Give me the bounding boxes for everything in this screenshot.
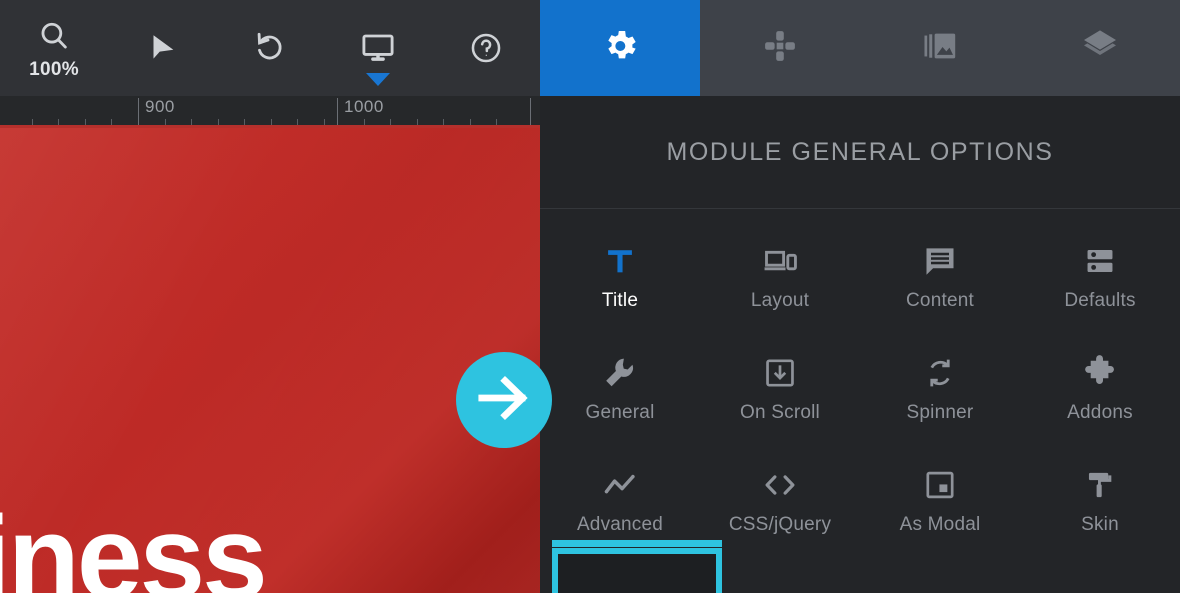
option-title[interactable]: Title xyxy=(540,219,700,331)
undo-arrow-icon xyxy=(253,31,287,70)
layers-icon xyxy=(1080,26,1120,71)
code-brackets-icon xyxy=(762,462,798,508)
refresh-loop-icon xyxy=(923,350,957,396)
option-layout[interactable]: Layout xyxy=(700,219,860,331)
slides-image-icon xyxy=(921,27,959,70)
puzzle-piece-icon xyxy=(1082,350,1118,396)
panel-tabs-toolbar xyxy=(540,0,1180,96)
cursor-arrow-icon xyxy=(145,31,179,70)
slide-canvas[interactable]: iness xyxy=(0,128,540,593)
download-box-icon xyxy=(763,350,797,396)
question-mark-circle-icon xyxy=(469,31,503,70)
option-label: Title xyxy=(601,290,639,311)
devices-icon xyxy=(762,238,798,284)
option-label: Spinner xyxy=(906,402,974,423)
zoom-level-label: 100% xyxy=(29,59,79,80)
option-general[interactable]: General xyxy=(540,331,700,443)
option-label: Addons xyxy=(1067,402,1133,423)
gear-icon xyxy=(600,26,640,71)
paint-roller-icon xyxy=(1083,462,1117,508)
monitor-icon xyxy=(360,30,396,71)
options-grid: Title Layout Content Defaults General On… xyxy=(540,209,1180,593)
modal-square-icon xyxy=(923,462,957,508)
option-advanced[interactable]: Advanced xyxy=(540,443,700,555)
panel-title: MODULE GENERAL OPTIONS xyxy=(666,138,1054,166)
ruler-mark-1000: 1000 xyxy=(344,97,384,116)
speech-lines-icon xyxy=(922,238,958,284)
slide-hero-text[interactable]: iness xyxy=(0,499,268,593)
option-skin[interactable]: Skin xyxy=(1020,443,1180,555)
magnifier-icon xyxy=(37,19,71,58)
zoom-tool[interactable]: 100% xyxy=(0,0,108,96)
option-label: As Modal xyxy=(899,514,981,535)
horizontal-ruler[interactable]: 900 1000 xyxy=(0,96,540,128)
screen-root: 100% 900 1000 iness MODULE GENERAL OPTIO… xyxy=(0,0,1180,593)
option-label: Defaults xyxy=(1064,290,1136,311)
option-label: On Scroll xyxy=(740,402,820,423)
editor-tools-toolbar: 100% xyxy=(0,0,540,96)
settings-tab[interactable] xyxy=(540,0,700,96)
preview-device-tool[interactable] xyxy=(324,0,432,96)
help-tool[interactable] xyxy=(432,0,540,96)
option-addons[interactable]: Addons xyxy=(1020,331,1180,443)
triangle-down-indicator xyxy=(366,73,390,86)
option-label: General xyxy=(585,402,655,423)
option-label: CSS/jQuery xyxy=(728,514,832,535)
undo-tool[interactable] xyxy=(216,0,324,96)
ruler-mark-900: 900 xyxy=(145,97,175,116)
option-as-modal[interactable]: As Modal xyxy=(860,443,1020,555)
option-on-scroll[interactable]: On Scroll xyxy=(700,331,860,443)
option-css-jquery[interactable]: CSS/jQuery xyxy=(700,443,860,555)
module-options-panel: MODULE GENERAL OPTIONS Title Layout Cont… xyxy=(540,96,1180,593)
top-toolbar: 100% xyxy=(0,0,1180,96)
option-label: Layout xyxy=(750,290,810,311)
next-slide-button[interactable] xyxy=(456,352,552,448)
navigation-tab[interactable] xyxy=(700,0,860,96)
server-rows-icon xyxy=(1083,238,1117,284)
slides-tab[interactable] xyxy=(860,0,1020,96)
text-t-icon xyxy=(603,238,637,284)
option-label: Content xyxy=(906,290,974,311)
move-cross-icon xyxy=(761,27,799,70)
general-focus-highlight xyxy=(552,548,722,593)
select-tool[interactable] xyxy=(108,0,216,96)
option-defaults[interactable]: Defaults xyxy=(1020,219,1180,331)
option-label: Advanced xyxy=(576,514,664,535)
option-spinner[interactable]: Spinner xyxy=(860,331,1020,443)
option-content[interactable]: Content xyxy=(860,219,1020,331)
layers-tab[interactable] xyxy=(1020,0,1180,96)
arrow-right-icon xyxy=(473,367,535,434)
option-label: Skin xyxy=(1081,514,1119,535)
wrench-icon xyxy=(602,350,638,396)
line-chart-icon xyxy=(602,462,638,508)
